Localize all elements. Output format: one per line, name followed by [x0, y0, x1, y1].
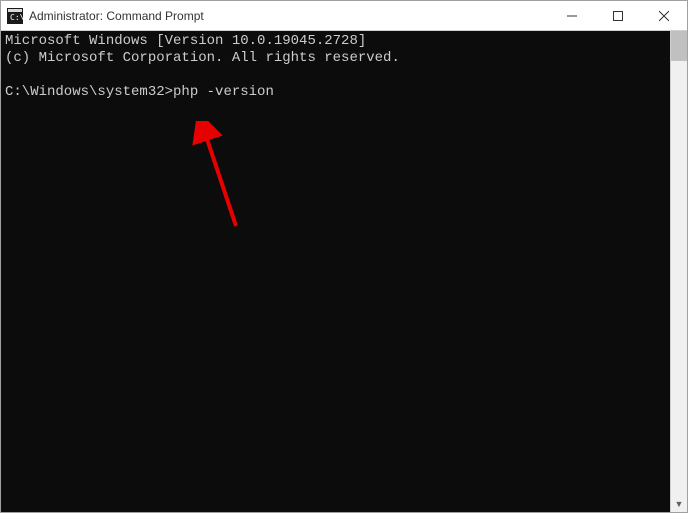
vertical-scrollbar[interactable]: ▲ ▼ [670, 31, 687, 512]
maximize-button[interactable] [595, 1, 641, 30]
scroll-thumb[interactable] [671, 31, 687, 61]
terminal-command: php -version [173, 84, 274, 100]
scroll-down-icon[interactable]: ▼ [671, 495, 687, 512]
titlebar[interactable]: C:\ Administrator: Command Prompt [1, 1, 687, 31]
terminal-line: (c) Microsoft Corporation. All rights re… [5, 50, 400, 66]
terminal-line: Microsoft Windows [Version 10.0.19045.27… [5, 33, 366, 49]
minimize-button[interactable] [549, 1, 595, 30]
terminal-prompt: C:\Windows\system32> [5, 84, 173, 100]
window-title: Administrator: Command Prompt [29, 9, 549, 23]
cmd-icon: C:\ [7, 8, 23, 24]
client-area: Microsoft Windows [Version 10.0.19045.27… [1, 31, 687, 512]
svg-text:C:\: C:\ [10, 13, 23, 22]
window-controls [549, 1, 687, 30]
terminal-output[interactable]: Microsoft Windows [Version 10.0.19045.27… [1, 31, 670, 512]
command-prompt-window: C:\ Administrator: Command Prompt Micros… [0, 0, 688, 513]
close-button[interactable] [641, 1, 687, 30]
